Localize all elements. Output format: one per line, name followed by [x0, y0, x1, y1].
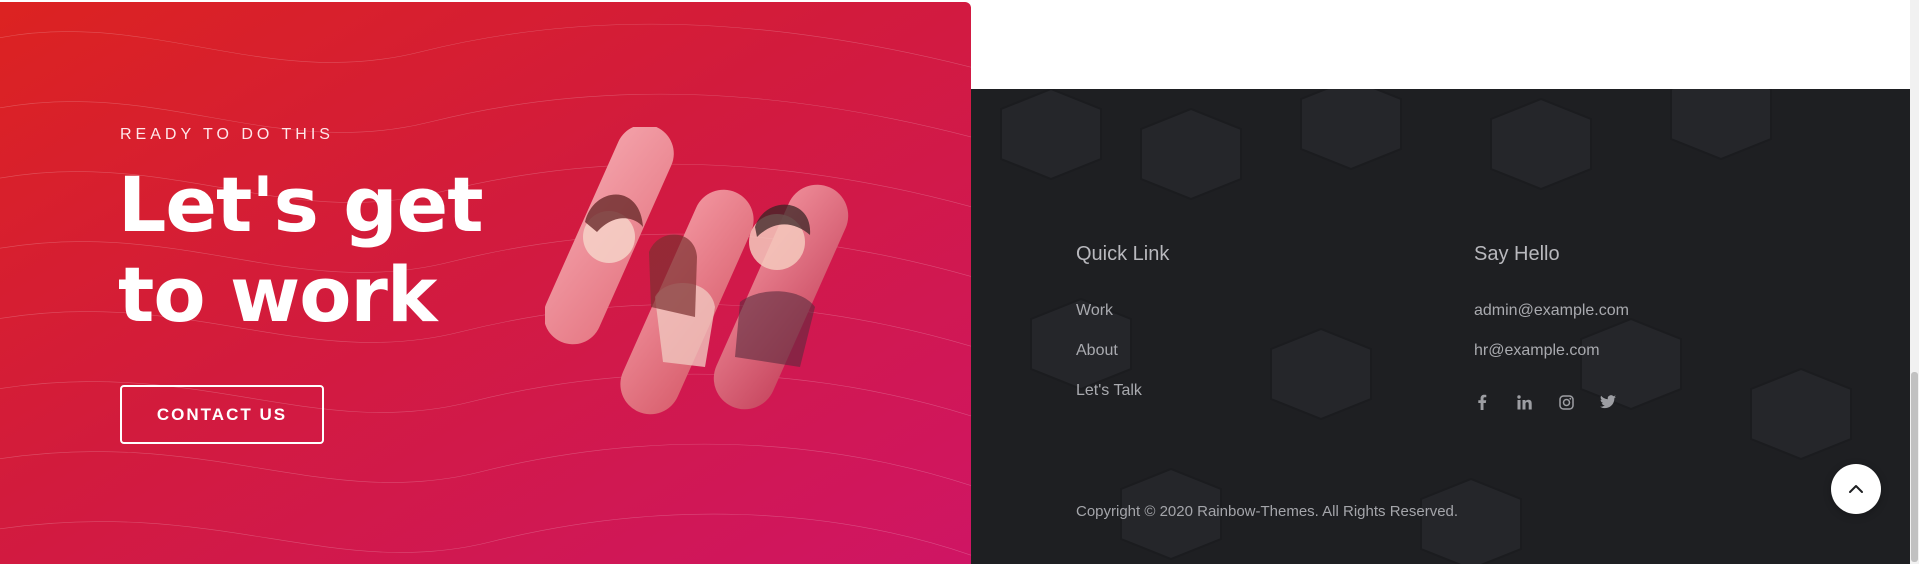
team-photo-collage	[545, 127, 849, 415]
cta-panel: READY TO DO THIS Let's get to work CONTA…	[0, 2, 971, 564]
footer-link-work[interactable]: Work	[1076, 302, 1113, 320]
footer-link-about[interactable]: About	[1076, 342, 1118, 360]
site-footer: Quick Link Work About Let's Talk Say Hel…	[971, 89, 1910, 564]
quick-link-heading: Quick Link	[1076, 243, 1170, 265]
page: READY TO DO THIS Let's get to work CONTA…	[0, 0, 1919, 564]
email-admin[interactable]: admin@example.com	[1474, 302, 1629, 320]
footer-hexagon-pattern	[1000, 89, 1852, 564]
cta-heading: Let's get to work	[118, 160, 538, 340]
instagram-icon[interactable]	[1553, 389, 1579, 415]
twitter-icon[interactable]	[1595, 389, 1621, 415]
cta-heading-line-1: Let's get	[118, 160, 484, 249]
email-hr[interactable]: hr@example.com	[1474, 342, 1600, 360]
facebook-icon[interactable]	[1469, 389, 1495, 415]
contact-us-button[interactable]: CONTACT US	[120, 385, 324, 444]
cta-eyebrow: READY TO DO THIS	[120, 126, 334, 143]
chevron-up-icon	[1849, 485, 1863, 493]
copyright-text: Copyright © 2020 Rainbow-Themes. All Rig…	[1076, 503, 1459, 520]
linkedin-icon[interactable]	[1511, 389, 1537, 415]
footer-link-lets-talk[interactable]: Let's Talk	[1076, 382, 1142, 400]
say-hello-heading: Say Hello	[1474, 243, 1560, 265]
scroll-to-top-button[interactable]	[1831, 464, 1881, 514]
scrollbar-thumb[interactable]	[1911, 372, 1918, 562]
cta-heading-line-2: to work	[118, 250, 437, 339]
